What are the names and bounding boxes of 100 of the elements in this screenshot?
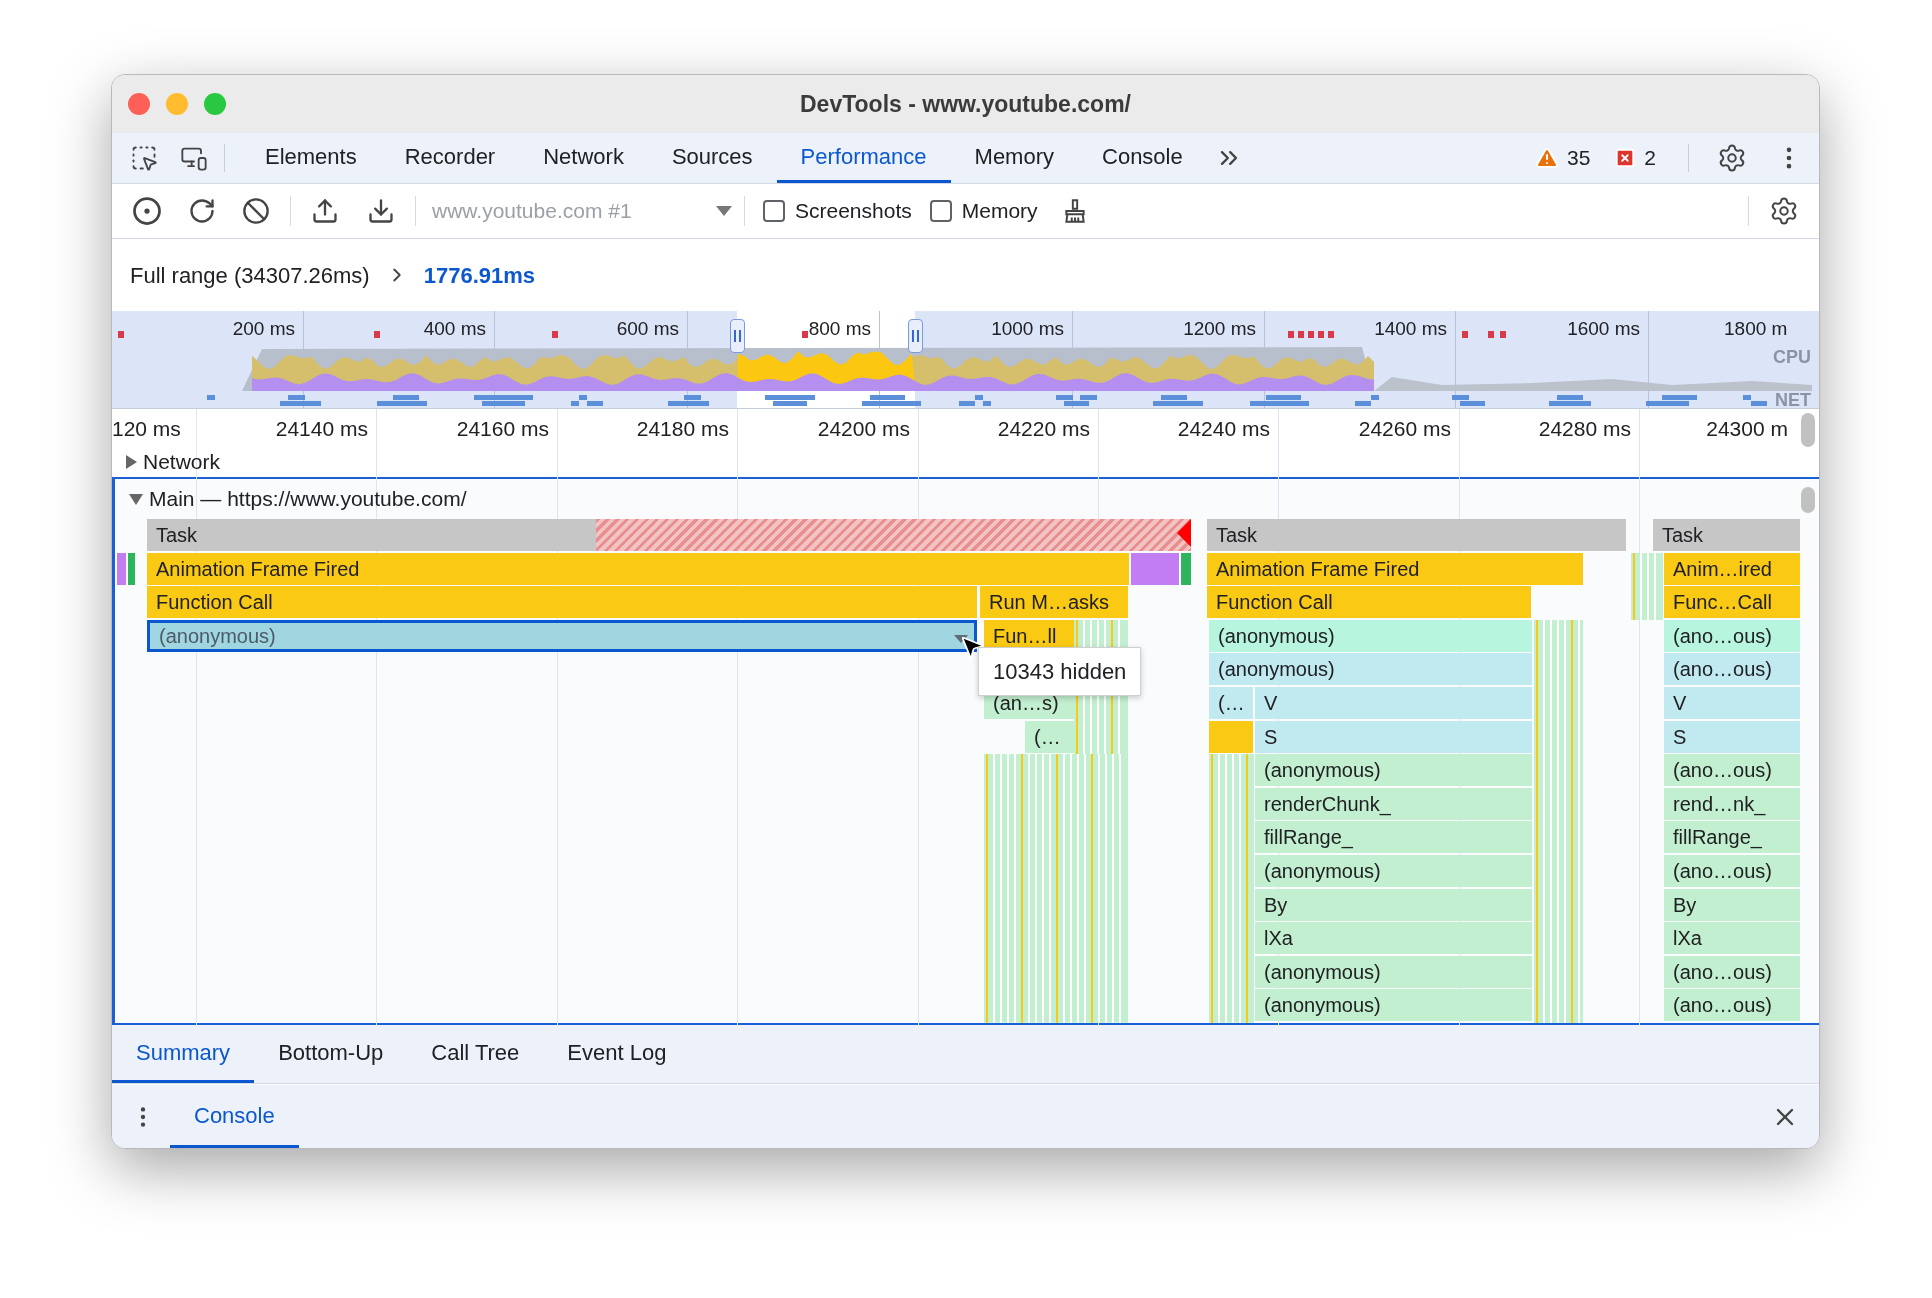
flame-event-block[interactable]	[117, 552, 126, 585]
flame-entry[interactable]: rend…nk_	[1664, 787, 1800, 820]
flame-entry[interactable]: fillRange_	[1255, 821, 1532, 854]
track-title[interactable]: Network	[143, 445, 221, 478]
ruler-time-label: 24140 ms	[275, 416, 368, 442]
overview-time-label: 400 ms	[423, 317, 486, 341]
reload-icon[interactable]	[188, 197, 216, 225]
panel-tab[interactable]: Recorder	[380, 133, 520, 183]
panel-tab[interactable]: Console	[170, 1085, 299, 1148]
ruler-time-label: 24280 ms	[1538, 416, 1631, 442]
flame-entry[interactable]: (anonymous)	[1255, 989, 1532, 1022]
settings-icon[interactable]	[1717, 143, 1747, 173]
flame-entry[interactable]: (anonymous)	[147, 619, 977, 652]
breadcrumb-item[interactable]: 1776.91ms	[423, 258, 535, 292]
overview-time-label: 200 ms	[232, 317, 295, 341]
flame-entry[interactable]: Anim…ired	[1664, 552, 1800, 585]
flame-entry[interactable]: Function Call	[1207, 586, 1531, 619]
flame-entry[interactable]: fillRange_	[1664, 821, 1800, 854]
panel-tab[interactable]: Memory	[950, 133, 1078, 183]
flame-entry[interactable]: lXa	[1255, 922, 1532, 955]
capture-settings-icon[interactable]	[1769, 196, 1799, 226]
flame-entry[interactable]: Task	[1207, 519, 1626, 551]
close-window-button[interactable]	[128, 93, 150, 115]
warning-icon	[1534, 146, 1559, 170]
checkbox[interactable]	[763, 200, 785, 222]
flame-event-block[interactable]	[1131, 552, 1179, 585]
flame-entry[interactable]: (anonymous)	[1255, 754, 1532, 787]
checkbox[interactable]	[929, 200, 952, 222]
flame-entry[interactable]: (…	[1209, 687, 1253, 719]
flame-event-block[interactable]	[128, 552, 135, 585]
checkbox-label: Screenshots	[795, 198, 912, 225]
range-handle[interactable]	[730, 319, 745, 353]
timeline-overview[interactable]: 200 ms 400 ms 600 ms 800 ms 1000 ms 1200 ms 1400 ms 1600 ms 1800 m CPU NET	[112, 311, 1819, 409]
flame-entry[interactable]: renderChunk_	[1255, 787, 1532, 820]
collapsed-triangle-icon[interactable]	[126, 454, 137, 469]
flame-entry[interactable]: (…	[1025, 720, 1074, 753]
ruler-time-label: 24240 ms	[1177, 416, 1270, 442]
ruler-time-label: 24160 ms	[456, 416, 549, 442]
ruler-time-label: 24260 ms	[1358, 416, 1451, 442]
flame-entry[interactable]: (anonymous)	[1255, 855, 1532, 887]
flame-entry[interactable]: (anonymous)	[1209, 619, 1532, 652]
flame-entry[interactable]: (anonymous)	[1209, 653, 1532, 686]
scrollbar-thumb[interactable]	[1801, 413, 1815, 447]
panel-tab[interactable]: Sources	[647, 133, 777, 183]
overview-track-label: CPU	[1773, 346, 1811, 369]
overview-time-label: 1000 ms	[991, 317, 1064, 341]
overview-time-label: 1400 ms	[1374, 317, 1447, 341]
flame-entry[interactable]: (ano…ous)	[1664, 989, 1800, 1022]
expanded-triangle-icon[interactable]	[129, 493, 143, 505]
flame-entry[interactable]: Task	[147, 519, 1191, 551]
flame-entry[interactable]: Func…Call	[1664, 586, 1800, 619]
flame-entry[interactable]: V	[1255, 687, 1532, 719]
breadcrumb-item[interactable]: Full range (34307.26ms)	[130, 258, 370, 292]
panel-tab[interactable]: Network	[519, 133, 648, 183]
panel-tab[interactable]: Call Tree	[407, 1025, 544, 1083]
flame-entry[interactable]: (ano…ous)	[1664, 653, 1800, 686]
flame-slivers-drawing	[1631, 552, 1663, 620]
overview-time-label: 1800 m	[1724, 317, 1788, 341]
flame-entry[interactable]: By	[1255, 888, 1532, 921]
window-title: DevTools - www.youtube.com/	[800, 89, 1131, 119]
overview-time-label: 600 ms	[616, 317, 679, 341]
record-icon[interactable]	[132, 196, 162, 226]
flame-event-block[interactable]	[1181, 552, 1191, 585]
scrollbar-thumb[interactable]	[1801, 487, 1815, 513]
flame-entry[interactable]: (anonymous)	[1255, 955, 1532, 988]
panel-tab[interactable]: Elements	[241, 133, 381, 183]
flame-entry[interactable]: S	[1255, 720, 1532, 753]
flame-entry[interactable]: (ano…ous)	[1664, 955, 1800, 988]
inspect-element-icon[interactable]	[130, 144, 158, 172]
clear-icon[interactable]	[242, 197, 270, 225]
panel-tab[interactable]: Bottom-Up	[254, 1025, 408, 1083]
error-icon	[1614, 147, 1637, 169]
overview-time-label: 800 ms	[808, 317, 871, 341]
flame-entry[interactable]: Function Call	[147, 586, 977, 619]
ruler-time-label: 24220 ms	[997, 416, 1090, 442]
overview-time-label: 1200 ms	[1183, 317, 1256, 341]
range-handle[interactable]	[908, 319, 923, 353]
ruler-time-label: 24300 m	[1706, 416, 1788, 442]
flame-entry[interactable]: S	[1664, 720, 1800, 753]
panel-tab[interactable]: Event Log	[543, 1025, 691, 1083]
flame-entry[interactable]: Run M…asks	[980, 586, 1128, 619]
flame-entry[interactable]: (ano…ous)	[1664, 855, 1800, 887]
flame-entry[interactable]: V	[1664, 687, 1800, 719]
flame-entry[interactable]: lXa	[1664, 922, 1800, 955]
error-count[interactable]: 2	[1644, 142, 1656, 174]
ruler-time-label: 24200 ms	[817, 416, 910, 442]
ruler-time-label: 120 ms	[112, 416, 181, 442]
flame-entry[interactable]: Animation Frame Fired	[1207, 552, 1583, 585]
upload-icon[interactable]	[311, 197, 339, 225]
flame-entry[interactable]: (ano…ous)	[1664, 619, 1800, 652]
ruler-time-label: 24180 ms	[636, 416, 729, 442]
flame-entry[interactable]: By	[1664, 888, 1800, 921]
download-icon[interactable]	[367, 197, 395, 225]
flame-entry[interactable]: Task	[1653, 519, 1800, 551]
flame-entry[interactable]: (ano…ous)	[1664, 754, 1800, 787]
panel-tab[interactable]: Console	[1078, 133, 1207, 183]
track-title[interactable]: Main — https://www.youtube.com/	[149, 483, 467, 515]
overview-time-label: 1600 ms	[1567, 317, 1640, 341]
flame-entry[interactable]: Animation Frame Fired	[147, 552, 1129, 585]
warning-count[interactable]: 35	[1566, 142, 1591, 174]
